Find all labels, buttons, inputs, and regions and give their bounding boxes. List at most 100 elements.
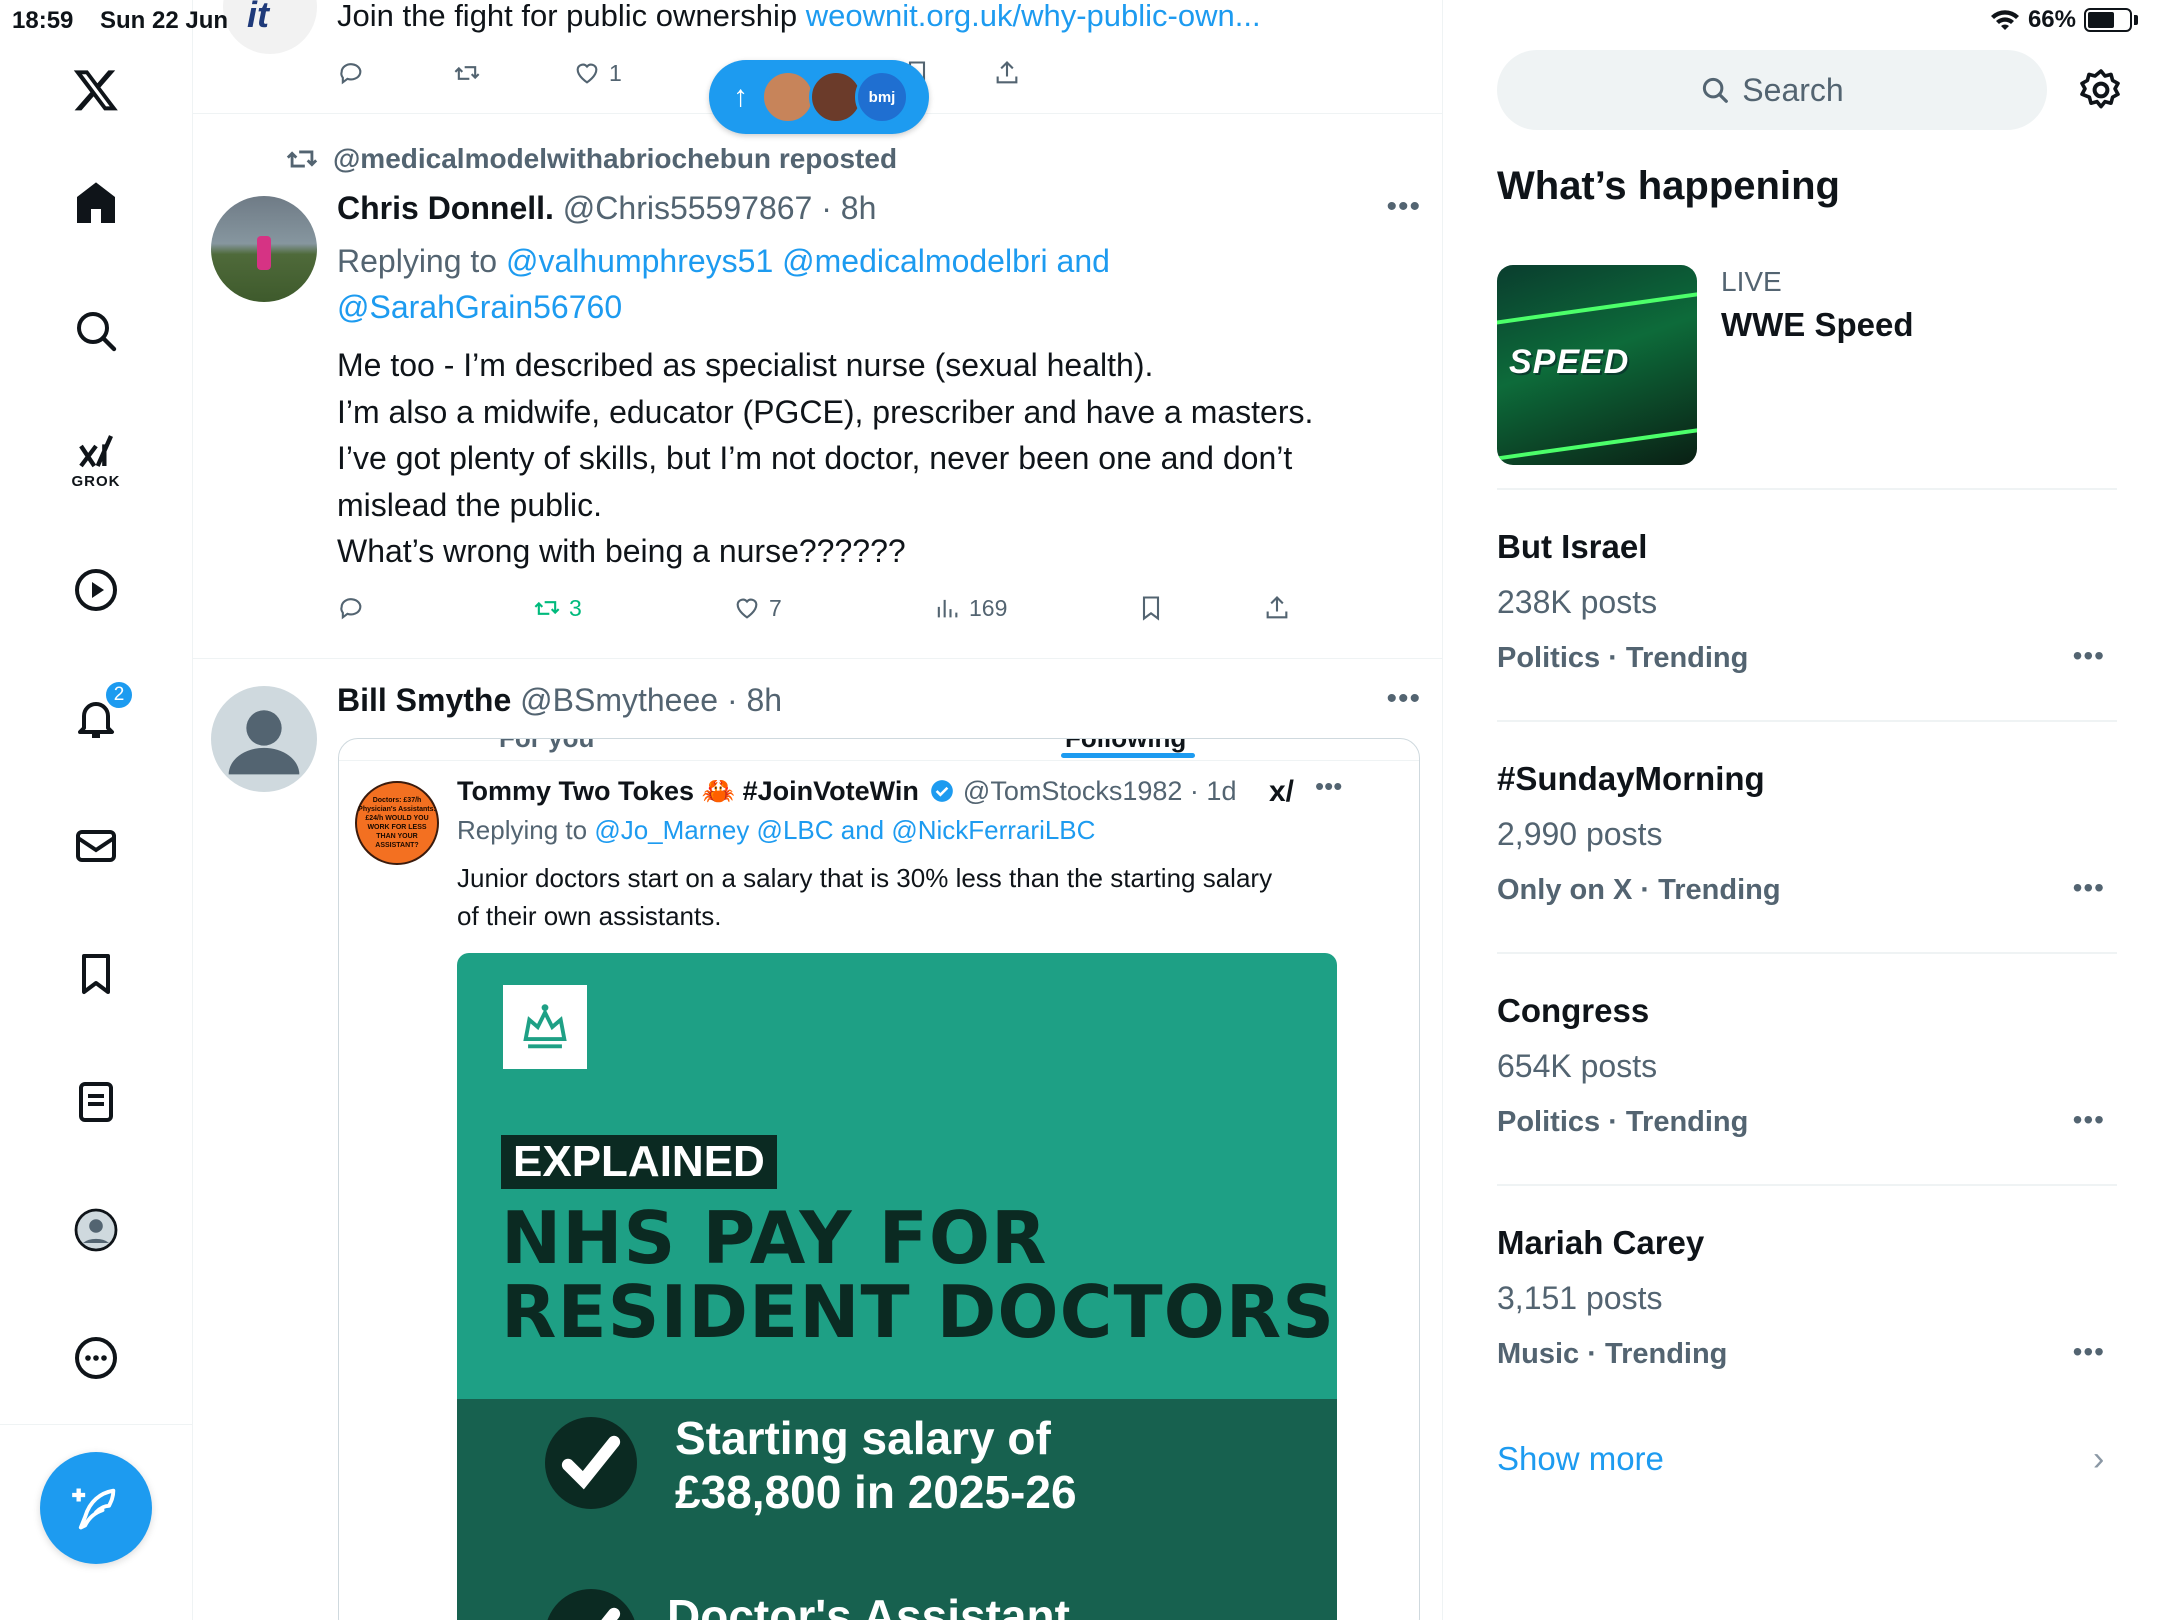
live-label: LIVE <box>1721 266 1782 297</box>
grok-icon: x/ <box>1269 775 1295 808</box>
avatar[interactable] <box>211 686 317 792</box>
trend-item[interactable]: #SundayMorning 2,990 posts Only on X · T… <box>1497 760 2117 960</box>
search-placeholder: Search <box>1742 71 1844 108</box>
battery-percent: 66% <box>2027 6 2076 33</box>
compose-icon <box>72 1488 116 1530</box>
notifications-icon[interactable]: 2 <box>48 670 144 766</box>
bookmarks-icon[interactable] <box>48 926 144 1022</box>
status-indicators: 66% <box>1990 6 2138 34</box>
thumb-streak <box>1497 286 1697 328</box>
more-options-icon[interactable]: ••• <box>2073 1336 2105 1368</box>
arrow-up-icon: ↑ <box>733 80 748 113</box>
embedded-handle: @TomStocks1982 · 1d <box>962 775 1237 806</box>
explained-label: EXPLAINED <box>501 1135 777 1189</box>
status-time: 18:59 <box>12 7 74 34</box>
trend-divider <box>1497 720 2117 722</box>
embedded-reply-context: Replying to @Jo_Marney @LBC and @NickFer… <box>457 815 1095 846</box>
embedded-header: Tommy Two Tokes 🦀 #JoinVoteWin @TomStock… <box>457 775 1236 807</box>
main-feed: it Join the fight for public ownership w… <box>193 0 1443 1620</box>
live-title[interactable]: WWE Speed <box>1721 306 1914 344</box>
trend-count: 654K posts <box>1497 1048 1658 1084</box>
embedded-line: Junior doctors start on a salary that is… <box>457 863 1273 893</box>
salary-text: Starting salary of £38,800 in 2025-26 <box>675 1411 1077 1519</box>
trend-item[interactable]: Congress 654K posts Politics · Trending … <box>1497 992 2117 1192</box>
nhs-title-line: NHS PAY FOR <box>501 1196 1048 1280</box>
wwe-speed-logo: SPEED <box>1509 343 1630 381</box>
more-options-icon[interactable]: ••• <box>1386 682 1421 716</box>
thumb-streak <box>1497 422 1697 464</box>
trend-divider <box>1497 952 2117 954</box>
right-sidebar: Search What’s happening SPEED LIVE WWE S… <box>1443 0 2160 1620</box>
reply-prefix: Replying to <box>457 815 595 845</box>
more-options-icon[interactable]: ••• <box>2073 1104 2105 1136</box>
more-icon[interactable] <box>48 1310 144 1406</box>
home-icon[interactable] <box>48 155 144 251</box>
nhs-title: NHS PAY FOR RESIDENT DOCTORS <box>501 1201 1335 1349</box>
post-bill-smythe[interactable]: Bill Smythe @BSmytheee · 8h ••• For you … <box>193 0 1442 1620</box>
status-date: Sun 22 Jun <box>100 7 229 34</box>
reply-handles: @Jo_Marney @LBC and @NickFerrariLBC <box>594 815 1096 845</box>
trend-count: 238K posts <box>1497 584 1658 620</box>
post-time[interactable]: 8h <box>747 682 783 718</box>
wifi-icon <box>1990 10 2019 30</box>
embedded-tabs: For you Following <box>339 738 1419 761</box>
verified-badge-icon <box>931 780 953 802</box>
battery-cap <box>2134 15 2138 25</box>
messages-icon[interactable] <box>48 798 144 894</box>
trend-meta: Politics · Trending <box>1497 642 1749 674</box>
checkmark-icon <box>545 1589 637 1620</box>
embedded-author-name: Tommy Two Tokes 🦀 #JoinVoteWin <box>457 776 919 806</box>
nav-divider <box>0 1424 193 1425</box>
assistant-text: Doctor's Assistant <box>667 1590 1070 1620</box>
trend-name: Congress <box>1497 992 1650 1029</box>
search-icon[interactable] <box>48 283 144 379</box>
tab-following: Following <box>1065 738 1187 753</box>
chevron-right-icon[interactable]: › <box>2093 1440 2104 1479</box>
gear-icon[interactable] <box>2077 66 2125 114</box>
new-posts-pill[interactable]: ↑ bmj <box>709 60 929 134</box>
trend-name: Mariah Carey <box>1497 1224 1705 1261</box>
trend-meta: Music · Trending <box>1497 1338 1728 1370</box>
more-options-icon[interactable]: ••• <box>2073 640 2105 672</box>
trend-name: But Israel <box>1497 528 1648 565</box>
profile-icon[interactable] <box>48 1182 144 1278</box>
embedded-avatar: Doctors: £37/h Physician's Assistants: £… <box>355 781 439 865</box>
trend-meta: Only on X · Trending <box>1497 874 1781 906</box>
live-event-thumbnail[interactable]: SPEED <box>1497 265 1697 465</box>
author-handle[interactable]: @BSmytheee <box>520 682 718 718</box>
grok-label: GROK <box>71 472 121 490</box>
salary-line: £38,800 in 2025-26 <box>675 1466 1077 1518</box>
notification-badge: 2 <box>104 680 134 710</box>
compose-button[interactable] <box>40 1452 152 1564</box>
trend-meta: Politics · Trending <box>1497 1106 1749 1138</box>
trend-count: 2,990 posts <box>1497 816 1663 852</box>
whats-happening-title: What’s happening <box>1497 164 1840 208</box>
trend-count: 3,151 posts <box>1497 1280 1663 1316</box>
nhs-pay-card: EXPLAINED NHS PAY FOR RESIDENT DOCTORS S… <box>457 953 1337 1620</box>
trend-item[interactable]: Mariah Carey 3,151 posts Music · Trendin… <box>1497 1224 2117 1424</box>
grok-icon[interactable]: GROK <box>48 412 144 508</box>
checkmark-icon <box>545 1417 637 1509</box>
pill-avatar-1 <box>761 70 815 124</box>
search-input[interactable]: Search <box>1497 50 2047 130</box>
show-more-link[interactable]: Show more <box>1497 1440 1664 1478</box>
trend-item[interactable]: But Israel 238K posts Politics · Trendin… <box>1497 528 2117 728</box>
nhs-lower-panel: Starting salary of £38,800 in 2025-26 Do… <box>457 1399 1337 1620</box>
lists-icon[interactable] <box>48 1054 144 1150</box>
trend-name: #SundayMorning <box>1497 760 1765 797</box>
default-avatar-icon <box>228 710 300 775</box>
embedded-screenshot[interactable]: For you Following Doctors: £37/h Physici… <box>338 738 1420 1620</box>
author-name[interactable]: Bill Smythe <box>337 682 511 718</box>
active-tab-indicator <box>1061 753 1195 758</box>
video-icon[interactable] <box>48 542 144 638</box>
x-logo-icon[interactable] <box>48 42 144 138</box>
more-options-icon: ••• <box>1315 771 1343 801</box>
left-navigation: GROK 2 <box>0 0 193 1620</box>
search-icon <box>1703 77 1729 103</box>
pill-avatar-3: bmj <box>855 70 909 124</box>
battery-icon <box>2084 8 2132 32</box>
trend-divider <box>1497 1184 2117 1186</box>
more-options-icon[interactable]: ••• <box>2073 872 2105 904</box>
tab-for-you: For you <box>499 738 595 753</box>
embedded-text: Junior doctors start on a salary that is… <box>457 859 1272 935</box>
